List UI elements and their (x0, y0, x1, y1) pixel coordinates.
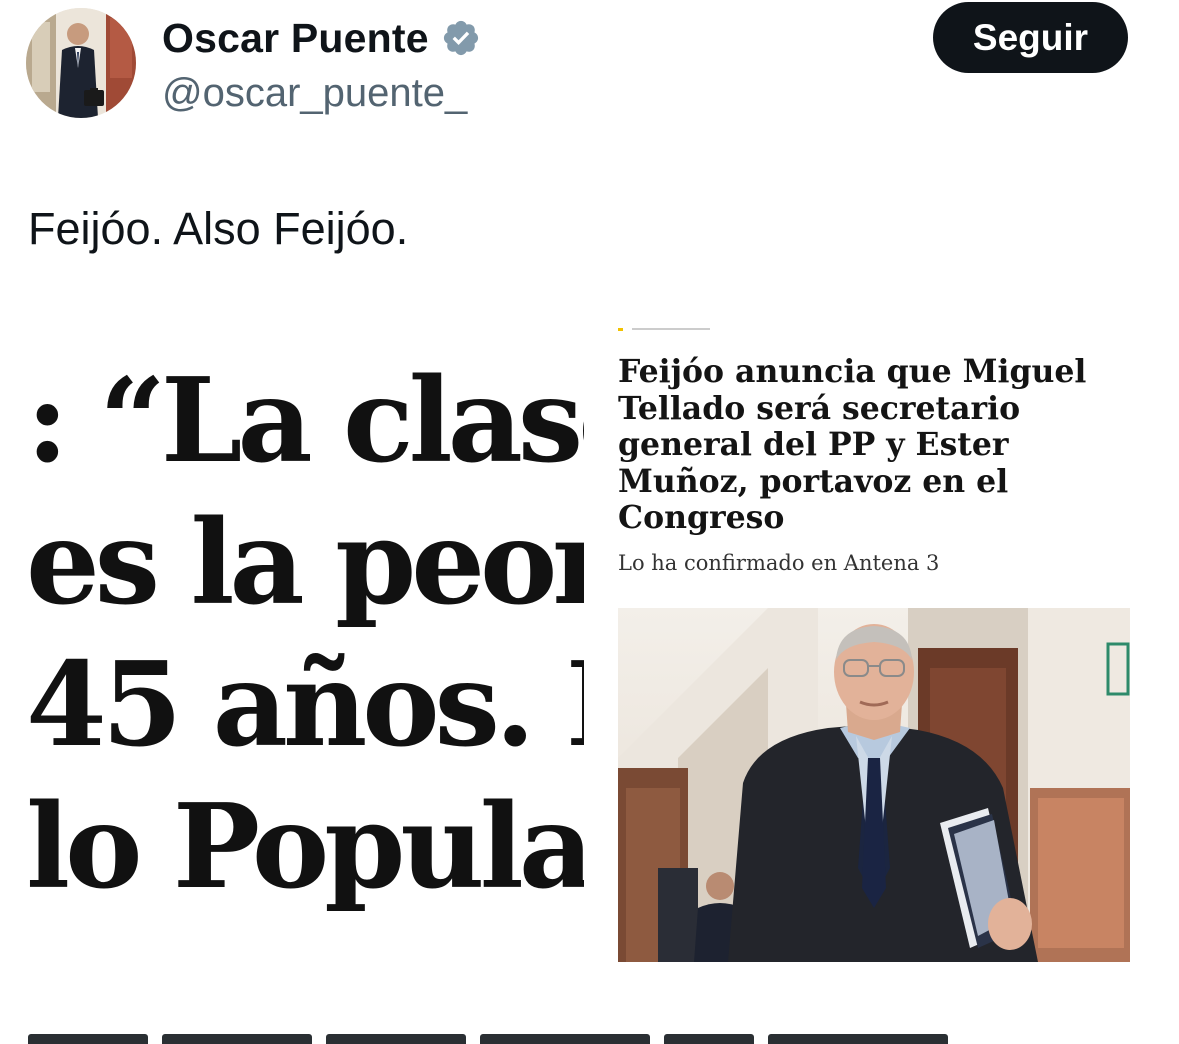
newspaper-headline-crop: : “La clase es la peor 45 años. I lo Pop… (26, 350, 584, 918)
news-photo-icon (618, 608, 1130, 962)
media-image-right[interactable]: Feijóo anuncia que Miguel Tellado será s… (600, 320, 1140, 970)
verified-badge-icon (443, 20, 478, 56)
section-kicker-line (632, 328, 710, 330)
next-tweet-text-cut (28, 1030, 1008, 1044)
section-kicker-mark (618, 328, 623, 331)
author-display-name[interactable]: Oscar Puente (162, 12, 429, 64)
media-image-left[interactable]: : “La clase es la peor 45 años. I lo Pop… (26, 332, 584, 922)
article-title: Feijóo anuncia que Miguel Tellado será s… (618, 353, 1087, 536)
tweet-text: Feijóo. Also Feijóo. (28, 203, 409, 254)
profile-photo-icon (26, 8, 136, 118)
headline-line: : “La clase (26, 353, 584, 489)
headline-line: lo Popular (26, 779, 584, 915)
headline-line: es la peor (26, 495, 584, 631)
article-subtitle: Lo ha confirmado en Antena 3 (618, 551, 940, 575)
author-handle[interactable]: @oscar_puente_ (162, 68, 467, 118)
author-name-row[interactable]: Oscar Puente (162, 12, 481, 64)
follow-button[interactable]: Seguir (933, 2, 1128, 73)
headline-line: 45 años. I (26, 637, 584, 773)
avatar[interactable] (26, 8, 136, 118)
